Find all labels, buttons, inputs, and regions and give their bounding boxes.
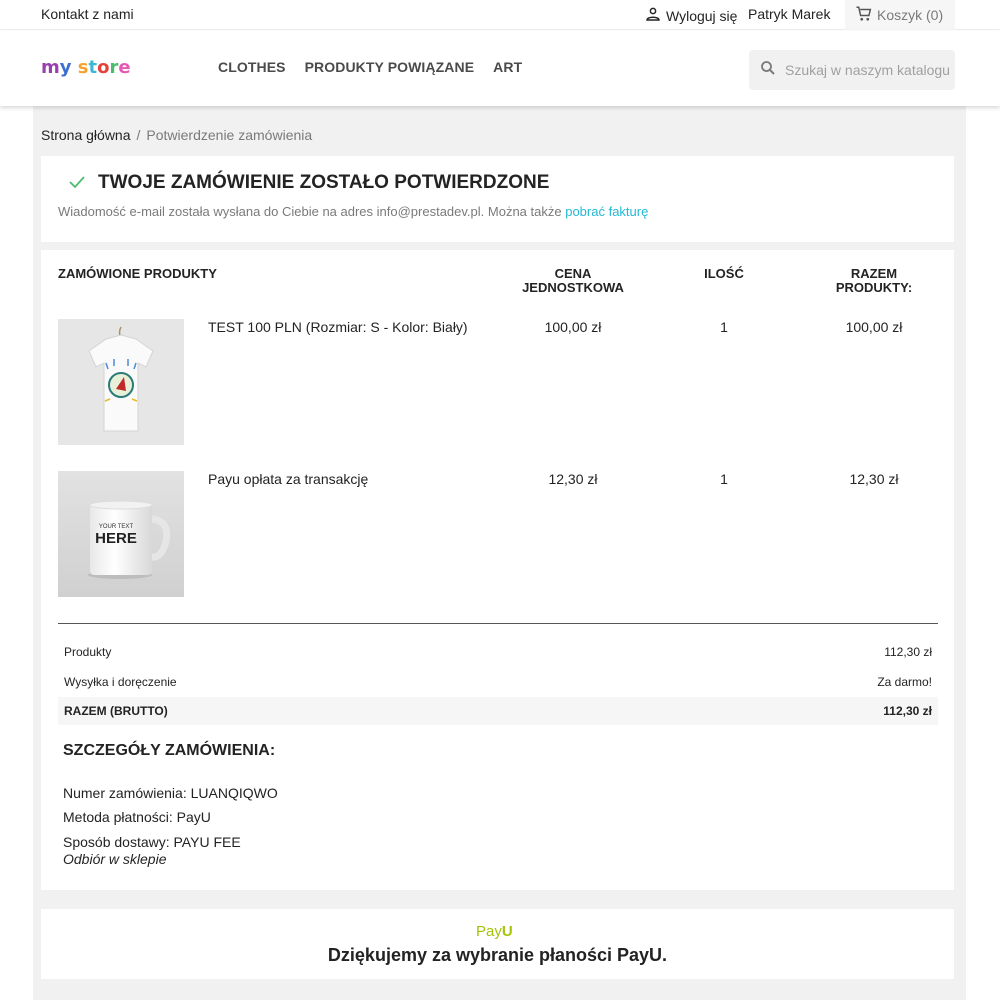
logout-label: Wyloguj się <box>666 7 738 24</box>
shopping-cart-icon <box>855 5 873 26</box>
unit-price-column-header: CENA JEDNOSTKOWA <box>513 267 633 295</box>
logo-letter: o <box>97 57 110 78</box>
item-name[interactable]: Payu opłata za transakcję <box>208 471 368 487</box>
main-nav: CLOTHES PRODUKTY POWIĄZANE ART <box>218 59 522 75</box>
confirmation-title-text: TWOJE ZAMÓWIENIE ZOSTAŁO POTWIERDZONE <box>98 172 550 193</box>
top-nav-bar: Kontakt z nami Wyloguj się Patryk Marek … <box>0 0 1000 30</box>
item-name[interactable]: TEST 100 PLN (Rozmiar: S - Kolor: Biały) <box>208 319 468 335</box>
nav-item-art[interactable]: ART <box>493 59 522 75</box>
products-column-header: ZAMÓWIONE PRODUKTY <box>58 266 217 281</box>
payment-method: Metoda płatności: PayU <box>63 809 211 825</box>
item-unit-price: 100,00 zł <box>544 319 602 335</box>
payu-logo: PayU <box>476 923 513 940</box>
total-column-header: RAZEM PRODUKTY: <box>814 267 934 295</box>
summary-row-products: Produkty 112,30 zł <box>58 638 938 666</box>
logo-letter: y <box>59 57 72 78</box>
logo-letter: s <box>77 57 89 78</box>
item-total: 100,00 zł <box>845 319 903 335</box>
mug-text-line2: HERE <box>95 530 137 547</box>
summary-value: 112,30 zł <box>883 704 932 718</box>
shipping-note: Odbiór w sklepie <box>63 851 167 867</box>
logo-letter: r <box>109 57 119 78</box>
order-number: Numer zamówienia: LUANQIQWO <box>63 785 278 801</box>
total-header-line2: PRODUKTY: <box>835 280 913 295</box>
nav-item-related-products[interactable]: PRODUKTY POWIĄZANE <box>305 59 475 75</box>
payu-logo-u: U <box>501 923 513 940</box>
search-input[interactable] <box>785 62 955 78</box>
contact-link[interactable]: Kontakt z nami <box>41 6 134 22</box>
summary-value: Za darmo! <box>877 675 932 689</box>
logo-letter: e <box>118 57 131 78</box>
confirmation-title: TWOJE ZAMÓWIENIE ZOSTAŁO POTWIERDZONE <box>68 172 549 194</box>
confirmation-message-text: Wiadomość e-mail została wysłana do Cieb… <box>58 204 562 219</box>
nav-item-clothes[interactable]: CLOTHES <box>218 59 286 75</box>
store-logo[interactable]: my store <box>41 57 131 78</box>
download-invoice-link[interactable]: pobrać fakturę <box>565 204 648 219</box>
order-divider <box>58 623 938 624</box>
search-box <box>749 50 955 90</box>
site-header: my store CLOTHES PRODUKTY POWIĄZANE ART <box>0 31 1000 106</box>
breadcrumb-home-link[interactable]: Strona główna <box>41 127 131 143</box>
item-unit-price: 12,30 zł <box>548 471 598 487</box>
unit-price-header-line1: CENA <box>554 266 592 281</box>
total-header-line1: RAZEM <box>850 266 898 281</box>
summary-label: Produkty <box>64 645 112 659</box>
search-icon[interactable] <box>759 59 777 82</box>
summary-label: Wysyłka i doręczenie <box>64 675 177 689</box>
breadcrumb-current: Potwierdzenie zamówienia <box>146 127 313 143</box>
item-quantity: 1 <box>720 471 728 487</box>
order-confirmation-card: TWOJE ZAMÓWIENIE ZOSTAŁO POTWIERDZONE Wi… <box>41 156 954 242</box>
user-icon <box>644 5 662 26</box>
summary-value: 112,30 zł <box>884 645 932 659</box>
checkmark-icon <box>68 173 86 194</box>
breadcrumb-separator: / <box>136 127 141 143</box>
payu-thanks-message: Dziękujemy za wybranie płaności PayU. <box>327 945 668 965</box>
user-account-link[interactable]: Patryk Marek <box>748 6 830 22</box>
breadcrumb: Strona główna / Potwierdzenie zamówienia <box>41 127 312 143</box>
confirmation-message: Wiadomość e-mail została wysłana do Cieb… <box>58 204 648 219</box>
shipping-method: Sposób dostawy: PAYU FEE <box>63 834 241 850</box>
mug-image[interactable]: YOUR TEXT HERE <box>58 471 184 597</box>
item-quantity: 1 <box>720 319 728 335</box>
tshirt-image[interactable] <box>58 319 184 445</box>
cart-button[interactable]: Koszyk (0) <box>845 0 955 30</box>
summary-label: RAZEM (BRUTTO) <box>64 704 168 718</box>
summary-row-total: RAZEM (BRUTTO) 112,30 zł <box>58 697 938 725</box>
unit-price-header-line2: JEDNOSTKOWA <box>522 280 624 295</box>
order-details-title: SZCZEGÓŁY ZAMÓWIENIA: <box>63 742 276 759</box>
logout-link[interactable]: Wyloguj się <box>644 5 737 26</box>
item-total: 12,30 zł <box>849 471 899 487</box>
quantity-column-header: ILOŚĆ <box>704 266 744 281</box>
logo-letter: m <box>41 57 60 78</box>
summary-row-shipping: Wysyłka i doręczenie Za darmo! <box>58 668 938 696</box>
logo-letter: t <box>88 57 98 78</box>
page-wrapper: Strona główna / Potwierdzenie zamówienia T… <box>33 106 966 1000</box>
payu-logo-text: Pay <box>476 923 502 940</box>
cart-label: Koszyk (0) <box>877 7 944 23</box>
order-details-card: ZAMÓWIONE PRODUKTY CENA JEDNOSTKOWA ILOŚ… <box>41 250 954 890</box>
payu-thanks-card: PayU Dziękujemy za wybranie płaności Pay… <box>41 909 954 979</box>
